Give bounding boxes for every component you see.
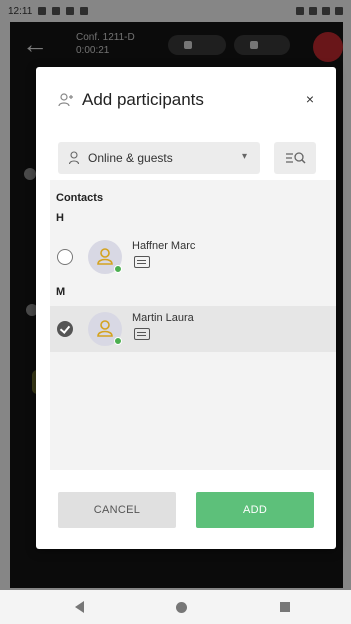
select-radio[interactable] <box>57 249 73 265</box>
add-button[interactable]: ADD <box>196 492 314 528</box>
nav-back-icon[interactable] <box>75 601 84 613</box>
group-letter: H <box>56 212 64 224</box>
presence-indicator <box>114 265 122 273</box>
group-letter: M <box>56 286 66 298</box>
nav-home-icon[interactable] <box>176 602 187 613</box>
dialog-footer: CANCEL ADD <box>36 470 336 549</box>
nav-recents-icon[interactable] <box>280 602 290 612</box>
navigation-bar <box>0 592 351 624</box>
select-radio[interactable] <box>57 321 73 337</box>
add-participants-dialog: Add participants × Online & guests ▾ Con… <box>36 67 336 549</box>
contact-name: Haffner Marc <box>132 240 196 252</box>
person-icon <box>97 248 113 265</box>
dialog-title: Add participants <box>82 90 204 109</box>
contact-list[interactable]: Contacts H Haffner Marc M Martin Laura <box>50 180 336 470</box>
chevron-down-icon: ▾ <box>242 151 248 162</box>
presence-indicator <box>114 337 122 345</box>
cancel-button[interactable]: CANCEL <box>58 492 176 528</box>
search-button[interactable] <box>274 142 316 174</box>
person-icon <box>97 320 113 337</box>
contact-row[interactable]: Haffner Marc <box>50 234 336 280</box>
add-user-icon <box>58 93 73 107</box>
filter-selected-label: Online & guests <box>88 151 173 165</box>
filter-row: Online & guests ▾ <box>58 142 316 174</box>
message-icon <box>134 256 150 268</box>
filter-search-icon <box>286 152 306 164</box>
dialog-header: Add participants × <box>36 67 336 133</box>
contacts-heading: Contacts <box>56 192 104 204</box>
contact-row[interactable]: Martin Laura <box>50 306 336 352</box>
contact-name: Martin Laura <box>132 312 194 324</box>
user-icon <box>69 151 80 165</box>
message-icon <box>134 328 150 340</box>
close-icon[interactable]: × <box>300 89 320 109</box>
participant-filter-select[interactable]: Online & guests ▾ <box>58 142 260 174</box>
